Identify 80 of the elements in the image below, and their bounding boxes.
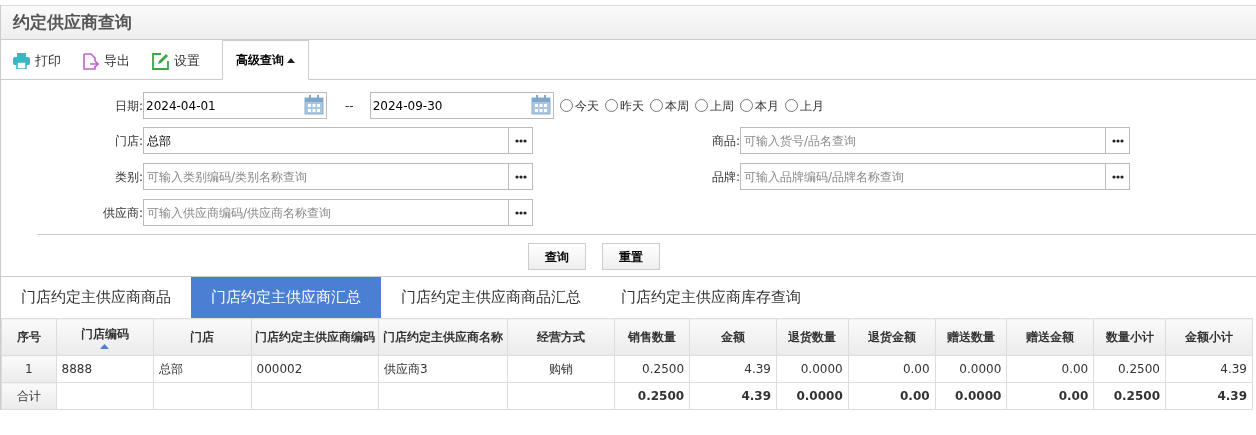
- table-cell: 购销: [507, 355, 615, 383]
- date-preset-radio[interactable]: 本月: [739, 96, 779, 115]
- ellipsis-icon: [514, 174, 527, 179]
- lookup-field[interactable]: 可输入货号/品名查询: [740, 127, 1106, 154]
- column-header[interactable]: 门店约定主供应商名称: [378, 318, 508, 356]
- action-button[interactable]: 重置: [601, 243, 660, 270]
- column-header[interactable]: 赠送金额: [1006, 318, 1094, 356]
- field-label: 类别:: [113, 168, 143, 186]
- settings-button[interactable]: 设置: [152, 43, 200, 79]
- lookup-field[interactable]: 可输入供应商编码/供应商名称查询: [143, 199, 509, 226]
- calendar-icon[interactable]: [304, 95, 324, 115]
- column-header[interactable]: 门店约定主供应商编码: [251, 318, 379, 356]
- table-cell: 供应商3: [378, 355, 508, 383]
- export-button[interactable]: 导出: [83, 43, 130, 79]
- table-cell: 合计: [1, 382, 57, 410]
- table-cell: 0.00: [1006, 382, 1094, 410]
- table-cell: 0.2500: [1093, 355, 1166, 383]
- date-preset-radio[interactable]: 本周: [649, 96, 689, 115]
- table-cell: 4.39: [1165, 382, 1253, 410]
- ellipsis-icon: [1111, 138, 1124, 143]
- table-cell: 4.39: [689, 382, 777, 410]
- field-label: 供应商:: [101, 204, 143, 222]
- column-header[interactable]: 数量小计: [1093, 318, 1166, 356]
- print-button[interactable]: 打印: [13, 43, 61, 79]
- advanced-search-toggle[interactable]: 高级查询: [222, 40, 309, 80]
- column-header[interactable]: 门店: [153, 318, 252, 356]
- table-cell: 0.00: [848, 382, 936, 410]
- more-button[interactable]: [509, 163, 533, 190]
- column-header[interactable]: 金额小计: [1165, 318, 1253, 356]
- more-button[interactable]: [509, 199, 533, 226]
- date-preset-radio[interactable]: 上周: [694, 96, 734, 115]
- column-header[interactable]: 经营方式: [507, 318, 615, 356]
- table-cell: 4.39: [1165, 355, 1253, 383]
- table-cell: 0.0000: [935, 355, 1007, 383]
- lookup-field[interactable]: 可输入品牌编码/品牌名称查询: [740, 163, 1106, 190]
- table-cell: 0.0000: [776, 355, 849, 383]
- more-button[interactable]: [1106, 163, 1130, 190]
- lookup-field[interactable]: 可输入类别编码/类别名称查询: [143, 163, 509, 190]
- date-separator: --: [345, 97, 354, 115]
- table-cell: 0.2500: [614, 355, 690, 383]
- field-label: 商品:: [710, 132, 740, 150]
- field-label: 日期:: [113, 97, 143, 115]
- table-cell: 0.00: [1006, 355, 1094, 383]
- column-header[interactable]: 退货数量: [776, 318, 849, 356]
- printer-icon: [13, 53, 30, 69]
- column-header[interactable]: 退货金额: [848, 318, 936, 356]
- ellipsis-icon: [1111, 174, 1124, 179]
- table-cell: 0.2500: [1093, 382, 1166, 410]
- lookup-field[interactable]: 总部: [143, 127, 509, 154]
- tab[interactable]: 门店约定主供应商汇总: [191, 277, 381, 318]
- calendar-icon[interactable]: [530, 95, 551, 115]
- date-preset-radio[interactable]: 昨天: [604, 96, 644, 115]
- field-label: 品牌:: [710, 168, 740, 186]
- edit-icon: [152, 52, 169, 70]
- table-cell: 总部: [153, 355, 252, 383]
- field-label: 门店:: [113, 132, 143, 150]
- more-button[interactable]: [1106, 127, 1130, 154]
- action-button[interactable]: 查询: [527, 243, 586, 270]
- date-preset-radio[interactable]: 上月: [784, 96, 824, 115]
- table-cell: 8888: [56, 355, 154, 383]
- more-button[interactable]: [509, 127, 533, 154]
- table-cell: 0.0000: [776, 382, 849, 410]
- column-header[interactable]: 金额: [689, 318, 777, 356]
- ellipsis-icon: [514, 138, 527, 143]
- file-export-icon: [83, 52, 99, 70]
- table-cell: 1: [1, 355, 57, 383]
- column-header[interactable]: 序号: [1, 318, 57, 356]
- end-date-field[interactable]: 2024-09-30: [369, 92, 554, 119]
- table-cell: 0.00: [848, 355, 936, 383]
- column-label: 门店编码: [79, 326, 130, 343]
- start-date-field[interactable]: 2024-04-01: [143, 92, 327, 119]
- page-title: 约定供应商查询: [13, 10, 132, 34]
- table-cell: 4.39: [689, 355, 777, 383]
- table-cell: 0.2500: [614, 382, 690, 410]
- column-header[interactable]: 销售数量: [614, 318, 690, 356]
- column-header[interactable]: 赠送数量: [935, 318, 1007, 356]
- date-preset-radio[interactable]: 今天: [559, 96, 599, 115]
- table-cell: 000002: [251, 355, 379, 383]
- ellipsis-icon: [514, 210, 527, 215]
- table-cell: 0.0000: [935, 382, 1007, 410]
